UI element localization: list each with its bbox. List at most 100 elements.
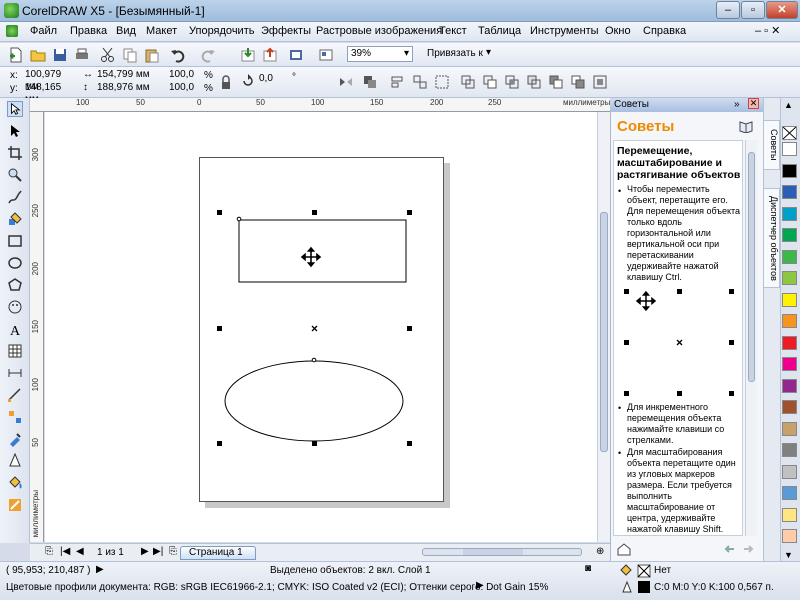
horizontal-ruler[interactable]: 100 50 0 50 100 150 200 250 миллиметры (30, 98, 610, 112)
chevron-right-icon[interactable]: ▶ (96, 564, 104, 575)
fill-tool-icon[interactable] (7, 475, 23, 491)
color-swatch[interactable] (782, 464, 797, 479)
back-minus-front-icon[interactable] (570, 74, 586, 90)
color-swatch[interactable] (782, 206, 797, 221)
color-swatch[interactable] (782, 507, 797, 522)
menu-file[interactable]: Файл (30, 25, 57, 37)
menu-text[interactable]: Текст (439, 25, 467, 37)
menu-window[interactable]: Окно (605, 25, 631, 37)
menu-tools[interactable]: Инструменты (530, 25, 599, 37)
next-page-icon[interactable]: ▶ (141, 546, 149, 557)
horizontal-scrollbar[interactable] (422, 548, 582, 556)
tab-tips[interactable]: Советы (763, 120, 780, 170)
palette-scroll-up-icon[interactable]: ▲ (784, 100, 793, 110)
basic-shapes-tool-icon[interactable] (7, 299, 23, 315)
color-swatch[interactable] (782, 400, 797, 414)
dimension-tool-icon[interactable] (7, 365, 23, 381)
menu-arrange[interactable]: Упорядочить (189, 25, 254, 37)
weld-icon[interactable] (460, 74, 476, 90)
ellipse-shape[interactable] (224, 360, 404, 442)
menu-view[interactable]: Вид (116, 25, 136, 37)
menu-help[interactable]: Справка (643, 25, 686, 37)
rectangle-tool-icon[interactable] (7, 233, 23, 249)
page-tab-1[interactable]: Страница 1 (180, 546, 256, 560)
menu-effects[interactable]: Эффекты (261, 25, 311, 37)
height-field[interactable]: 188,976 мм (94, 81, 156, 97)
lock-ratio-icon[interactable] (218, 75, 234, 91)
color-swatch[interactable] (782, 529, 797, 543)
redo-icon[interactable] (200, 47, 216, 63)
rectangle-node[interactable] (236, 216, 242, 222)
blend-tool-icon[interactable] (7, 409, 23, 425)
create-boundary-icon[interactable] (592, 74, 608, 90)
connector-tool-icon[interactable] (7, 387, 23, 403)
align-icon[interactable] (390, 74, 406, 90)
application-launcher-icon[interactable] (288, 47, 304, 63)
chevron-down-icon[interactable]: ▾ (486, 47, 491, 58)
color-swatch[interactable] (782, 142, 797, 156)
interactive-fill-tool-icon[interactable] (7, 497, 23, 513)
zoom-level-select[interactable]: 39% ▾ (347, 46, 413, 62)
color-swatch[interactable] (782, 292, 797, 307)
color-swatch[interactable] (782, 421, 797, 436)
color-swatch[interactable] (782, 163, 797, 178)
text-tool-icon[interactable]: A (7, 321, 23, 337)
intersect-icon[interactable] (504, 74, 520, 90)
import-icon[interactable] (240, 47, 256, 63)
color-proof-icon[interactable]: ◙ (585, 563, 591, 574)
color-swatch[interactable] (782, 314, 797, 328)
minimize-button[interactable]: – (716, 1, 740, 19)
freehand-tool-icon[interactable] (7, 189, 23, 205)
export-icon[interactable] (262, 47, 278, 63)
menu-bitmaps[interactable]: Растровые изображения (316, 25, 442, 37)
table-tool-icon[interactable] (7, 343, 23, 359)
ellipse-tool-icon[interactable] (7, 255, 23, 271)
prev-page-icon[interactable]: ◀ (76, 546, 84, 557)
mdi-window-controls[interactable]: – ▫ ✕ (755, 24, 780, 37)
snap-to-dropdown[interactable]: Привязать к (427, 48, 483, 59)
mirror-horizontal-icon[interactable] (338, 74, 354, 90)
canvas-vertical-scrollbar[interactable] (597, 112, 610, 542)
navigator-icon[interactable]: ⊕ (596, 546, 604, 557)
ungroup-icon[interactable] (412, 74, 428, 90)
ungroup-all-icon[interactable] (434, 74, 450, 90)
new-document-icon[interactable] (8, 47, 24, 63)
add-page-after-icon[interactable]: ⎘ (169, 546, 177, 557)
tab-object-manager[interactable]: Диспетчер объектов (763, 188, 780, 288)
docker-scrollbar[interactable] (745, 140, 757, 536)
book-icon[interactable] (738, 119, 754, 133)
polygon-tool-icon[interactable] (7, 277, 23, 293)
docker-close-button[interactable]: ✕ (748, 98, 759, 109)
cut-icon[interactable] (100, 47, 116, 63)
scrollbar-thumb[interactable] (748, 152, 755, 382)
vertical-ruler[interactable]: 300 250 200 150 100 50 миллиметры (30, 112, 44, 542)
selected-objects[interactable] (199, 205, 439, 460)
copy-icon[interactable] (122, 47, 138, 63)
color-swatch[interactable] (782, 249, 797, 264)
group-icon[interactable] (362, 74, 378, 90)
color-swatch[interactable] (782, 335, 797, 350)
scale-y-field[interactable]: 100,0 (166, 81, 202, 97)
open-icon[interactable] (30, 47, 46, 63)
scrollbar-thumb[interactable] (463, 549, 523, 555)
front-minus-back-icon[interactable] (548, 74, 564, 90)
menu-table[interactable]: Таблица (478, 25, 521, 37)
y-position-field[interactable]: 148,165 мм (22, 81, 80, 105)
outline-tool-icon[interactable] (7, 453, 23, 469)
palette-scroll-down-icon[interactable]: ▼ (784, 550, 793, 560)
crop-tool-icon[interactable] (7, 145, 23, 161)
back-arrow-icon[interactable] (722, 541, 738, 557)
last-page-icon[interactable]: ▶| (153, 546, 163, 557)
color-swatch[interactable] (782, 357, 797, 371)
ellipse-node[interactable] (311, 357, 317, 363)
shape-tool-icon[interactable] (7, 123, 23, 139)
color-swatch[interactable] (782, 271, 797, 285)
print-icon[interactable] (74, 47, 90, 63)
close-button[interactable]: ✕ (766, 1, 798, 19)
scrollbar-thumb[interactable] (600, 212, 608, 452)
color-swatch[interactable] (782, 486, 797, 500)
chevron-right-icon[interactable]: » (734, 98, 740, 112)
pick-tool-icon[interactable] (7, 101, 23, 117)
color-swatch[interactable] (782, 443, 797, 457)
menu-edit[interactable]: Правка (70, 25, 107, 37)
